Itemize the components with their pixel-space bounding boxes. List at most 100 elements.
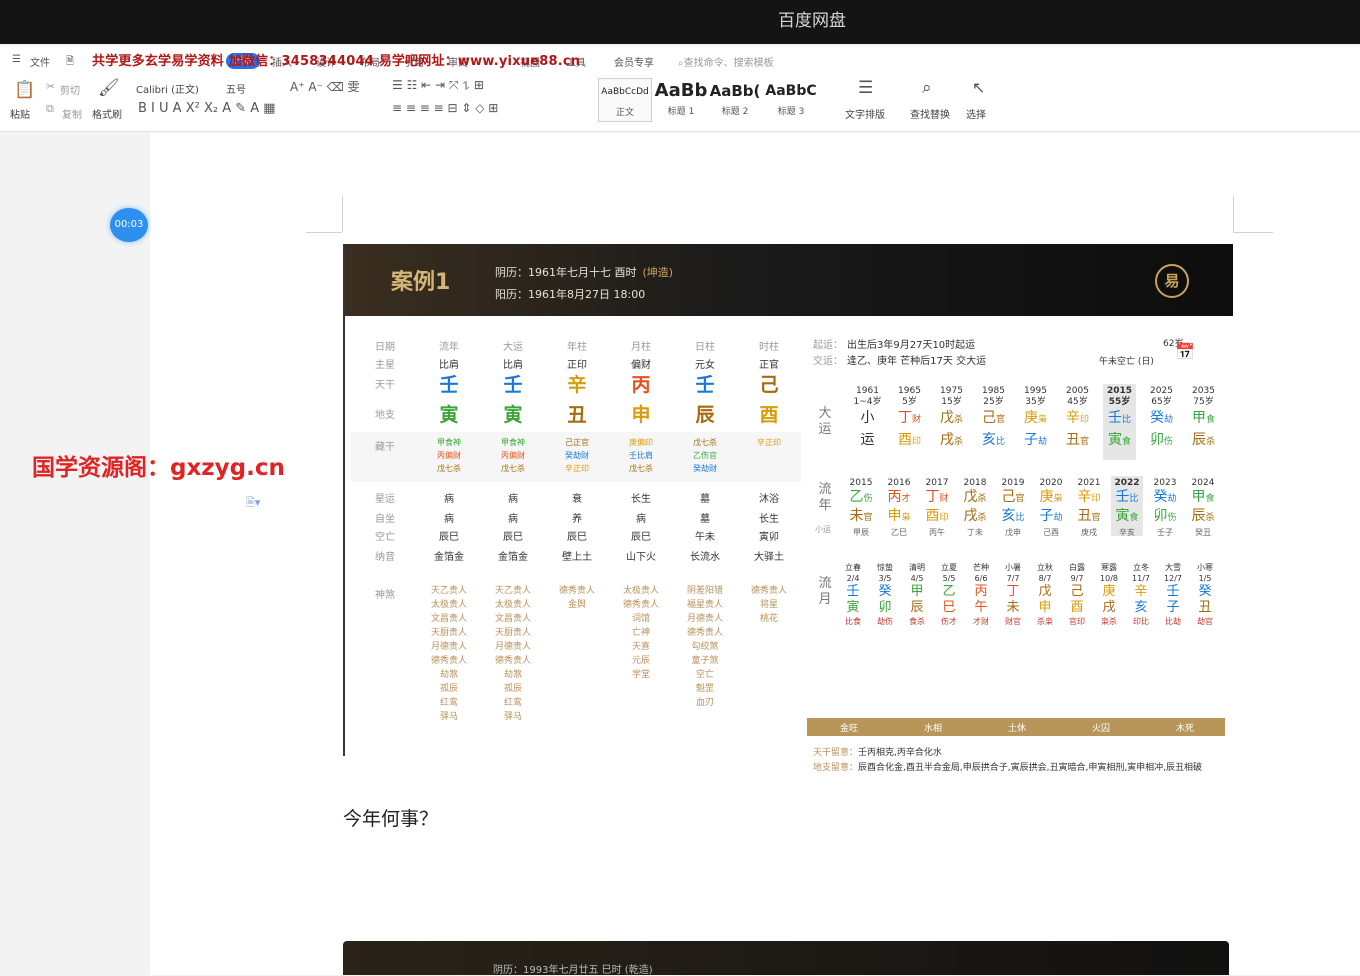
nayin: 金箔金 (498, 552, 528, 563)
dayun-age: 15岁 (941, 397, 962, 407)
cut-icon[interactable]: ✂ (46, 80, 55, 93)
liuyue-item[interactable]: 白露 9/7 己酉官印 (1061, 562, 1093, 627)
liunian-item[interactable]: 2024 甲食 辰杀 癸丑 (1187, 476, 1219, 537)
paste-icon[interactable]: 📋 (14, 80, 35, 100)
paste-label[interactable]: 粘贴 (10, 106, 30, 121)
style-heading-2[interactable]: AaBb(标题 2 (708, 78, 762, 122)
liunian-item[interactable]: 2023 癸劫 卯伤 壬子 (1149, 476, 1181, 537)
shensha-item: 德秀贵人 (558, 586, 595, 596)
liunian-item[interactable]: 2020 庚枭 子劫 己酉 (1035, 476, 1067, 537)
liuyue-item[interactable]: 小寒 1/5 癸丑劫官 (1189, 562, 1221, 627)
stem: 乙 (849, 489, 864, 505)
style-heading-3[interactable]: AaBbC 标题 3 (764, 78, 818, 122)
copy-icon[interactable]: ⧉ (46, 102, 54, 116)
month-branch: 寅 (846, 600, 860, 615)
text-layout-icon[interactable]: ☰ (858, 78, 873, 98)
hidden-stem: 丙偏财 (501, 451, 525, 460)
shensha-list: 德秀贵人 将星 桃花 (741, 584, 797, 626)
branch-god: 官 (1091, 513, 1101, 523)
branch-god: 伤 (1163, 437, 1173, 447)
align-icons[interactable]: ≡ ≡ ≡ ≡ ⊟ ⇕ ◇ ⊞ (392, 101, 498, 115)
liunian-item[interactable]: 2019 己官 亥比 戊申 (997, 476, 1029, 537)
dayun-age: 55岁 (1108, 397, 1131, 407)
find-replace-icon[interactable]: ⌕ (922, 78, 932, 98)
font-format-icons[interactable]: B I U A X² X₂ A ✎ A ▦ (138, 101, 276, 116)
menu-icon[interactable]: ☰ (12, 54, 21, 65)
case-title: 案例1 (391, 270, 451, 295)
liuyue-item[interactable]: 芒种 6/6 丙午才财 (965, 562, 997, 627)
liuyue-item[interactable]: 立春 2/4 壬寅比食 (837, 562, 869, 627)
font-size-select[interactable]: 五号 (226, 81, 246, 96)
document-icon[interactable]: 🗎▾ (246, 494, 260, 513)
xiaoyun: 戊申 (1005, 528, 1021, 537)
liuyue-item[interactable]: 寒露 10/8 庚戌枭杀 (1093, 562, 1125, 627)
liuyue-item[interactable]: 清明 4/5 甲辰食杀 (901, 562, 933, 627)
copy-button[interactable]: 复制 (62, 106, 82, 121)
dayun-item[interactable]: 1961 1~4岁小运 (851, 384, 884, 460)
branch-god: 杀 (1205, 513, 1215, 523)
hidden-stems: 己正官 癸劫财 辛正印 (549, 436, 605, 475)
shensha-list: 太极贵人 德秀贵人 词馆 亡神 天喜 元辰 学堂 (613, 584, 669, 682)
style-heading-1-preview: AaBb (654, 80, 708, 101)
liunian-item[interactable]: 2018 戊杀 戌杀 丁未 (959, 476, 991, 537)
format-painter-button[interactable]: 格式刷 (92, 106, 122, 121)
select-cursor-icon[interactable]: ↖ (972, 78, 985, 97)
liuyue-item[interactable]: 大雪 12/7 壬子比劫 (1157, 562, 1189, 627)
liunian-year: 2023 (1153, 478, 1177, 488)
liunian-item[interactable]: 2021 辛印 丑官 庚戌 (1073, 476, 1105, 537)
stem-god: 杀 (977, 494, 987, 504)
menu-file[interactable]: 文件 (30, 54, 50, 69)
pillar-date: 月柱 (631, 342, 651, 353)
text-layout-button[interactable]: 文字排版 (845, 106, 885, 121)
stem-line: 戊杀 (959, 489, 991, 508)
stem-line: 癸劫 (1149, 489, 1181, 508)
command-search[interactable]: ⌕查找命令、搜索模板 (678, 54, 774, 69)
branch-line: 卯伤 (1149, 508, 1181, 527)
find-replace-button[interactable]: 查找替换 (910, 106, 950, 121)
font-grow-icon[interactable]: A⁺ A⁻ ⌫ 雯 (290, 78, 360, 95)
shensha-item: 红鸾 (503, 698, 522, 708)
tab-member[interactable]: 会员专享 (614, 54, 654, 69)
hidden-stem: 辛正印 (757, 438, 781, 447)
dayun-item[interactable]: 2015 55岁 壬比 寅食 (1103, 384, 1136, 460)
branch-god: 食 (1121, 437, 1131, 447)
liuyue-item[interactable]: 小暑 7/7 丁未财官 (997, 562, 1029, 627)
save-icon[interactable]: 🗎 (66, 54, 74, 71)
stem: 己 (1001, 489, 1016, 505)
stem-god: 食 (1205, 494, 1215, 504)
liunian-item[interactable]: 2022 壬比 寅食 辛亥 (1111, 476, 1143, 537)
dayun-item[interactable]: 2005 45岁 辛印 丑官 (1061, 384, 1094, 460)
dayun-item[interactable]: 1975 15岁 戊杀 戌杀 (935, 384, 968, 460)
list-icons[interactable]: ☰ ☷ ⇤ ⇥ ⤧ ⥮ ⊞ (392, 78, 484, 93)
shensha-item: 学堂 (631, 670, 650, 680)
liuyue-item[interactable]: 立秋 8/7 戊申杀枭 (1029, 562, 1061, 627)
branch-line: 亥比 (977, 430, 1010, 452)
liunian-item[interactable]: 2017 丁财 酉印 丙午 (921, 476, 953, 537)
liuyue-item[interactable]: 立夏 5/5 乙巳伤才 (933, 562, 965, 627)
style-normal[interactable]: AaBbCcDd 正文 (598, 78, 652, 122)
branch-god: 杀 (977, 513, 987, 523)
dayun-item[interactable]: 1985 25岁 己官 亥比 (977, 384, 1010, 460)
format-painter-icon[interactable]: 🖌 (98, 78, 120, 98)
dayun-year: 1961 (856, 386, 879, 396)
shensha-item: 金舆 (567, 600, 586, 610)
calendar-icon[interactable]: 📅 (1175, 342, 1195, 361)
dayun-item[interactable]: 1995 35岁 庚枭 子劫 (1019, 384, 1052, 460)
recording-timer[interactable]: 00:03 (110, 208, 148, 242)
cut-button[interactable]: 剪切 (60, 82, 80, 97)
dayun-item[interactable]: 2035 75岁 甲食 辰杀 (1187, 384, 1220, 460)
month-branch: 未 (1006, 600, 1020, 615)
liuyue-item[interactable]: 立冬 11/7 辛亥印比 (1125, 562, 1157, 627)
font-name-select[interactable]: Calibri (正文) (136, 81, 199, 96)
top-watermark: 共学更多玄学易学资料 加微信：3458344044 易学吧网址：www.yixu… (92, 54, 581, 69)
branch-god: 印 (939, 513, 949, 523)
style-heading-1[interactable]: AaBb 标题 1 (654, 78, 708, 122)
select-button[interactable]: 选择 (966, 106, 986, 121)
liunian-item[interactable]: 2015 乙伤 未官 甲辰 (845, 476, 877, 537)
dayun-item[interactable]: 2025 65岁 癸劫 卯伤 (1145, 384, 1178, 460)
liunian-year: 2019 (1001, 478, 1025, 488)
wuxing-strength-bar: 金旺 水相 土休 火囚 木死 (807, 718, 1225, 736)
liuyue-item[interactable]: 惊蛰 3/5 癸卯劫伤 (869, 562, 901, 627)
liunian-item[interactable]: 2016 丙才 申枭 乙巳 (883, 476, 915, 537)
dayun-item[interactable]: 1965 5岁 丁财 酉印 (893, 384, 926, 460)
